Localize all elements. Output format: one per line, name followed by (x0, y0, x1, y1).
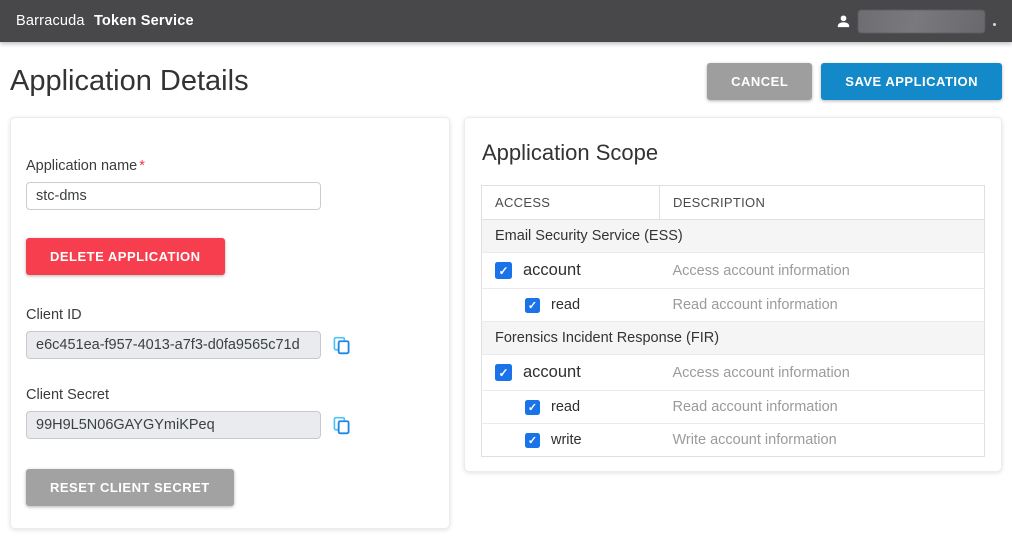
column-header-access: ACCESS (482, 186, 660, 220)
scope-group-row: Email Security Service (ESS) (482, 220, 985, 253)
scope-access-cell: ✓ read (482, 391, 660, 424)
user-name-redacted (858, 10, 985, 33)
page-header: Application Details CANCEL SAVE APPLICAT… (0, 42, 1012, 117)
scope-checkbox[interactable]: ✓ (495, 262, 512, 279)
scope-description: Write account information (660, 424, 985, 457)
scope-access-label: account (523, 261, 581, 280)
scope-description: Read account information (660, 289, 985, 322)
application-details-card: Application name* DELETE APPLICATION Cli… (10, 117, 450, 529)
scope-row: ✓ read Read account information (482, 289, 985, 322)
scope-access-cell: ✓ read (482, 289, 660, 322)
scope-checkbox[interactable]: ✓ (495, 364, 512, 381)
copy-icon (333, 343, 350, 358)
scope-checkbox[interactable]: ✓ (525, 433, 540, 448)
client-id-label: Client ID (26, 307, 434, 323)
column-header-description: DESCRIPTION (660, 186, 985, 220)
header-buttons: CANCEL SAVE APPLICATION (707, 63, 1002, 100)
copy-client-secret-button[interactable] (333, 416, 350, 435)
scope-access-label: account (523, 363, 581, 382)
client-id-field (26, 331, 321, 359)
scope-row: ✓ read Read account information (482, 391, 985, 424)
topbar: Barracuda Token Service (0, 0, 1012, 42)
scope-row: ✓ write Write account information (482, 424, 985, 457)
scope-access-cell: ✓ account (482, 355, 660, 391)
client-secret-label: Client Secret (26, 387, 434, 403)
content: Application name* DELETE APPLICATION Cli… (0, 117, 1012, 529)
scope-table-body: Email Security Service (ESS) ✓ account A… (482, 220, 985, 457)
copy-icon (333, 423, 350, 438)
delete-application-button[interactable]: DELETE APPLICATION (26, 238, 225, 275)
scope-description: Access account information (660, 355, 985, 391)
scope-group-label: Email Security Service (ESS) (482, 220, 985, 253)
user-menu[interactable] (835, 10, 996, 33)
scope-row: ✓ account Access account information (482, 253, 985, 289)
scope-access-cell: ✓ account (482, 253, 660, 289)
scope-card-title: Application Scope (482, 140, 985, 166)
copy-client-id-button[interactable] (333, 336, 350, 355)
client-secret-row (26, 411, 434, 439)
scope-access-label: read (551, 297, 580, 313)
user-icon (835, 13, 852, 30)
page-title: Application Details (10, 65, 249, 98)
scope-access-label: read (551, 399, 580, 415)
scope-checkbox[interactable]: ✓ (525, 400, 540, 415)
brand: Barracuda Token Service (16, 13, 194, 29)
application-name-label: Application name* (26, 158, 434, 174)
scope-group-row: Forensics Incident Response (FIR) (482, 322, 985, 355)
application-name-input[interactable] (26, 182, 321, 210)
scope-table: ACCESS DESCRIPTION Email Security Servic… (481, 185, 985, 457)
save-application-button[interactable]: SAVE APPLICATION (821, 63, 1002, 100)
reset-client-secret-button[interactable]: RESET CLIENT SECRET (26, 469, 234, 506)
brand-name: Barracuda (16, 13, 85, 29)
application-scope-card: Application Scope ACCESS DESCRIPTION Ema… (464, 117, 1002, 472)
scope-table-head: ACCESS DESCRIPTION (482, 186, 985, 220)
scope-access-label: write (551, 432, 582, 448)
cancel-button[interactable]: CANCEL (707, 63, 812, 100)
application-name-label-text: Application name (26, 158, 137, 174)
brand-product-name: Token Service (94, 13, 194, 29)
scope-description: Access account information (660, 253, 985, 289)
scope-access-cell: ✓ write (482, 424, 660, 457)
user-name-dot (993, 23, 996, 26)
scope-row: ✓ account Access account information (482, 355, 985, 391)
client-secret-field (26, 411, 321, 439)
client-id-row (26, 331, 434, 359)
required-asterisk: * (139, 158, 145, 174)
scope-description: Read account information (660, 391, 985, 424)
scope-checkbox[interactable]: ✓ (525, 298, 540, 313)
scope-group-label: Forensics Incident Response (FIR) (482, 322, 985, 355)
